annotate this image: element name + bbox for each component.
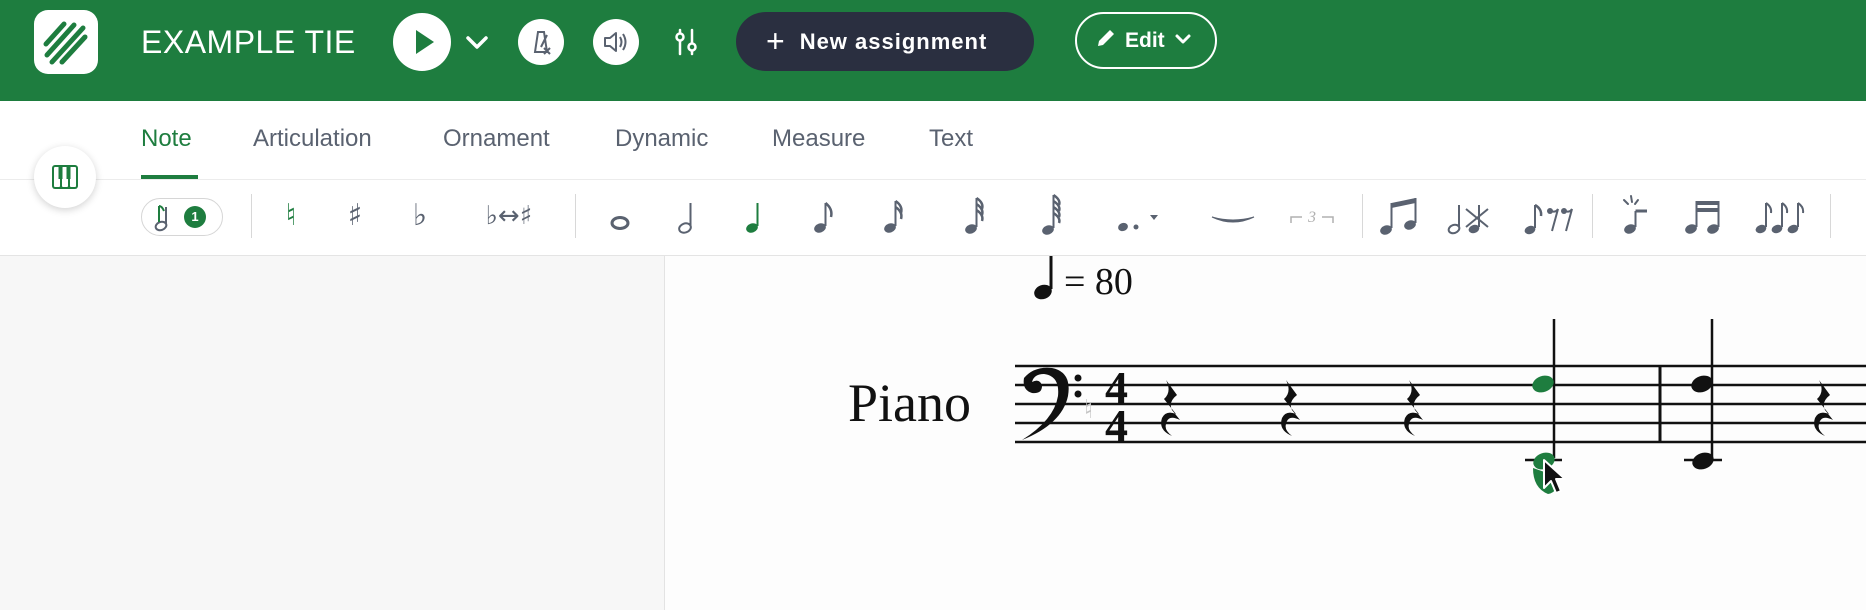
chord[interactable] — [1684, 319, 1722, 472]
staff-lines — [1015, 364, 1866, 444]
note-head[interactable] — [1530, 373, 1556, 396]
quarter-rest — [1404, 380, 1423, 436]
ghost-natural-icon: ♮ — [1084, 395, 1093, 425]
time-signature-denominator[interactable]: 4 — [1105, 400, 1128, 451]
quarter-rest — [1281, 380, 1300, 436]
quarter-rest — [1161, 380, 1180, 436]
quarter-rest — [1814, 380, 1833, 436]
staff-system: ♮ 4 4 — [1015, 319, 1866, 494]
rest-group-measure-1 — [1161, 380, 1833, 436]
